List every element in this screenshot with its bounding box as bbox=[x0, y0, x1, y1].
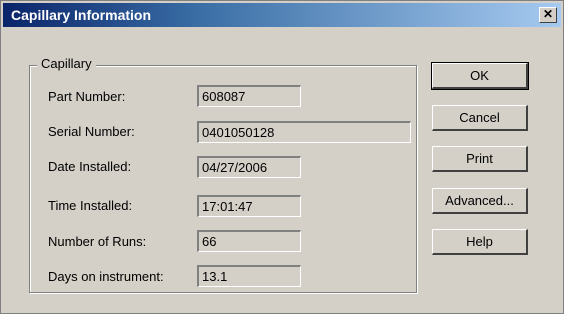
number-of-runs-label: Number of Runs: bbox=[48, 234, 147, 249]
date-installed-label: Date Installed: bbox=[48, 159, 132, 174]
capillary-group-label: Capillary bbox=[37, 56, 96, 71]
days-on-instrument-field: 13.1 bbox=[197, 265, 301, 287]
days-on-instrument-label: Days on instrument: bbox=[48, 269, 164, 284]
advanced-button[interactable]: Advanced... bbox=[432, 188, 528, 214]
serial-number-field: 0401050128 bbox=[197, 121, 411, 143]
part-number-field: 608087 bbox=[197, 85, 301, 107]
time-installed-field: 17:01:47 bbox=[197, 195, 301, 217]
part-number-label: Part Number: bbox=[48, 89, 126, 104]
ok-button[interactable]: OK bbox=[431, 62, 529, 90]
print-button[interactable]: Print bbox=[432, 146, 528, 172]
cancel-button[interactable]: Cancel bbox=[432, 105, 528, 131]
capillary-information-dialog: Capillary Information ✕ Capillary Part N… bbox=[0, 0, 564, 314]
title-bar: Capillary Information ✕ bbox=[3, 3, 561, 27]
number-of-runs-field: 66 bbox=[197, 230, 301, 252]
help-button[interactable]: Help bbox=[432, 229, 528, 255]
serial-number-label: Serial Number: bbox=[48, 124, 135, 139]
time-installed-label: Time Installed: bbox=[48, 198, 133, 213]
date-installed-field: 04/27/2006 bbox=[197, 156, 301, 178]
close-button[interactable]: ✕ bbox=[539, 7, 557, 23]
window-title: Capillary Information bbox=[11, 7, 152, 23]
